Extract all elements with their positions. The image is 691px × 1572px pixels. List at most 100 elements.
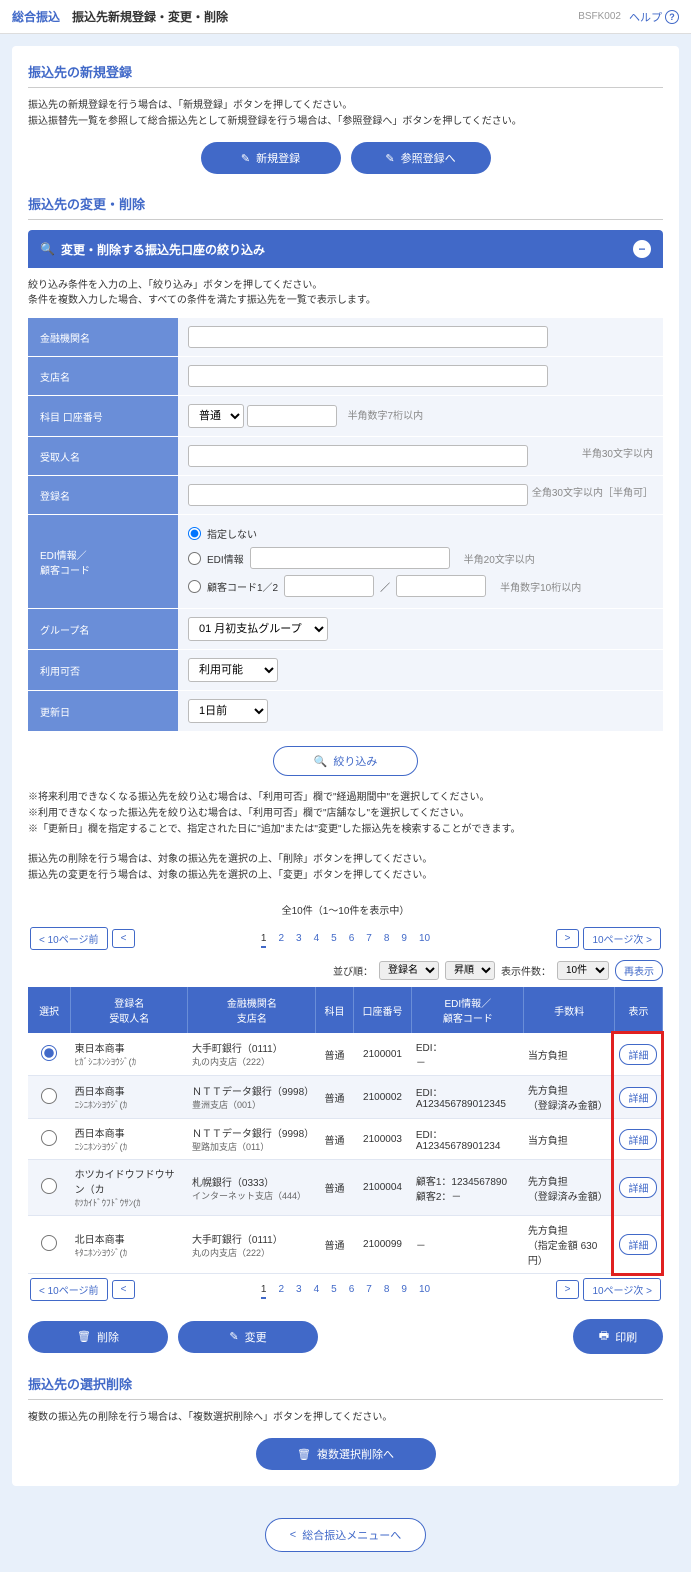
pager-page-10[interactable]: 10: [419, 933, 430, 944]
col-select: 選択: [28, 987, 71, 1033]
pager-info: 全10件（1～10件を表示中）: [28, 896, 663, 923]
pager-page-6[interactable]: 6: [349, 1284, 355, 1295]
print-button[interactable]: 🖶 印刷: [573, 1319, 663, 1354]
detail-button[interactable]: 詳細: [619, 1177, 657, 1198]
availability-select[interactable]: 利用可能: [188, 658, 278, 682]
header-category: 総合振込: [12, 8, 60, 25]
pager-page-9[interactable]: 9: [401, 933, 407, 944]
pager-next-bottom[interactable]: >: [556, 1280, 580, 1299]
edi-radio-none[interactable]: [188, 527, 201, 540]
redisplay-button[interactable]: 再表示: [615, 960, 663, 981]
pager-page-6[interactable]: 6: [349, 933, 355, 944]
row-select-radio[interactable]: [41, 1178, 57, 1194]
col-fee: 手数料: [524, 987, 615, 1033]
col-account: 口座番号: [353, 987, 412, 1033]
filter-button[interactable]: 🔍 絞り込み: [273, 746, 419, 776]
customer-code-1-input[interactable]: [284, 575, 374, 597]
branch-input[interactable]: [188, 365, 548, 387]
row-select-radio[interactable]: [41, 1088, 57, 1104]
customer-code-2-input[interactable]: [396, 575, 486, 597]
row-branch: インターネット支店（444）: [192, 1189, 312, 1202]
pager-page-8[interactable]: 8: [384, 933, 390, 944]
regname-input[interactable]: [188, 484, 528, 506]
row-select-radio[interactable]: [41, 1235, 57, 1251]
row-type: 普通: [316, 1216, 353, 1274]
label-branch: 支店名: [28, 357, 178, 396]
new-register-label: 新規登録: [256, 150, 300, 166]
back-label: 総合振込メニューへ: [302, 1527, 401, 1543]
print-label: 印刷: [615, 1329, 637, 1345]
edi-radio-customer[interactable]: [188, 580, 201, 593]
bank-input[interactable]: [188, 326, 548, 348]
row-select-radio[interactable]: [41, 1130, 57, 1146]
pencil-icon: ✎: [385, 152, 394, 165]
pager-page-3[interactable]: 3: [296, 1284, 302, 1295]
row-regname: 東日本商事: [75, 1040, 184, 1055]
back-to-menu-button[interactable]: < 総合振込メニューへ: [265, 1518, 426, 1552]
pager-page-7[interactable]: 7: [366, 933, 372, 944]
row-account: 2100003: [353, 1119, 412, 1160]
edi-radio-edi[interactable]: [188, 552, 201, 565]
pager-prev-chunk[interactable]: < 10ページ前: [30, 927, 108, 950]
pager-next[interactable]: >: [556, 929, 580, 948]
account-number-input[interactable]: [247, 405, 337, 427]
detail-button[interactable]: 詳細: [619, 1234, 657, 1255]
row-branch: 聖路加支店（011）: [192, 1140, 312, 1153]
pager-page-10[interactable]: 10: [419, 1284, 430, 1295]
pager-page-4[interactable]: 4: [314, 1284, 320, 1295]
page-title: 振込先新規登録・変更・削除: [72, 8, 228, 25]
row-select-radio[interactable]: [41, 1045, 57, 1061]
row-fee: 当方負担: [524, 1033, 615, 1076]
trash-icon: 🗑: [77, 1330, 91, 1343]
pager-next-chunk-bottom[interactable]: 10ページ次 >: [583, 1278, 661, 1301]
pager-page-4[interactable]: 4: [314, 933, 320, 944]
help-label: ヘルプ: [629, 9, 662, 25]
delete-button[interactable]: 🗑 削除: [28, 1321, 168, 1353]
account-type-select[interactable]: 普通: [188, 404, 244, 428]
group-select[interactable]: 01 月初支払グループ: [188, 617, 328, 641]
row-regname: 西日本商事: [75, 1083, 184, 1098]
sort-field-select[interactable]: 登録名: [379, 961, 439, 980]
pager-page-1[interactable]: 1: [261, 1284, 267, 1299]
multi-delete-button[interactable]: 🗑 複数選択削除へ: [256, 1438, 436, 1470]
label-availability: 利用可否: [28, 650, 178, 691]
row-kana: ﾎﾂｶｲﾄﾞｳﾌﾄﾞｳｻﾝ(ｶ: [75, 1196, 184, 1209]
pager-page-3[interactable]: 3: [296, 933, 302, 944]
pager-prev-chunk-bottom[interactable]: < 10ページ前: [30, 1278, 108, 1301]
payee-input[interactable]: [188, 445, 528, 467]
pager-page-1[interactable]: 1: [261, 933, 267, 948]
pager-page-8[interactable]: 8: [384, 1284, 390, 1295]
section-register-title: 振込先の新規登録: [28, 62, 663, 88]
row-fee: 先方負担 （指定金額 630円）: [524, 1216, 615, 1274]
pager-page-2[interactable]: 2: [278, 933, 284, 944]
pager-page-9[interactable]: 9: [401, 1284, 407, 1295]
pager-page-7[interactable]: 7: [366, 1284, 372, 1295]
pager-page-5[interactable]: 5: [331, 933, 337, 944]
row-fee: 当方負担: [524, 1119, 615, 1160]
pager-prev-bottom[interactable]: <: [112, 1280, 136, 1299]
label-edi: EDI情報／ 顧客コード: [28, 515, 178, 609]
label-bank: 金融機関名: [28, 318, 178, 357]
pager-page-5[interactable]: 5: [331, 1284, 337, 1295]
updated-select[interactable]: 1日前: [188, 699, 268, 723]
section-edit-title: 振込先の変更・削除: [28, 194, 663, 220]
pager-page-2[interactable]: 2: [278, 1284, 284, 1295]
detail-button[interactable]: 詳細: [619, 1087, 657, 1108]
label-account: 科目 口座番号: [28, 396, 178, 437]
pager-prev[interactable]: <: [112, 929, 136, 948]
detail-button[interactable]: 詳細: [619, 1044, 657, 1065]
edi-hint: 半角20文字以内: [464, 551, 535, 566]
sort-direction-select[interactable]: 昇順: [445, 961, 495, 980]
help-link[interactable]: ヘルプ ?: [629, 9, 679, 25]
edi-info-input[interactable]: [250, 547, 450, 569]
count-select[interactable]: 10件: [557, 961, 609, 980]
register-desc-1: 振込先の新規登録を行う場合は、「新規登録」ボタンを押してください。: [28, 98, 663, 114]
new-register-button[interactable]: ✎ 新規登録: [201, 142, 341, 174]
change-button[interactable]: ✎ 変更: [178, 1321, 318, 1353]
pencil-icon: ✎: [229, 1330, 238, 1343]
filter-button-label: 絞り込み: [333, 753, 377, 769]
filter-accordion-header[interactable]: 🔍 変更・削除する振込先口座の絞り込み −: [28, 230, 663, 268]
detail-button[interactable]: 詳細: [619, 1129, 657, 1150]
pager-next-chunk[interactable]: 10ページ次 >: [583, 927, 661, 950]
reference-register-button[interactable]: ✎ 参照登録へ: [351, 142, 491, 174]
